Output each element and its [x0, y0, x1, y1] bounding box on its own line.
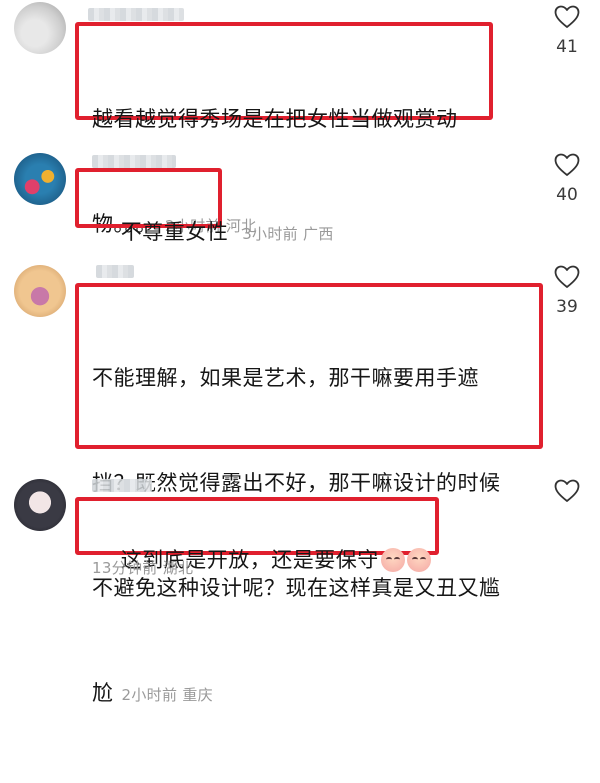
comment-line: 不能理解，如果是艺术，那干嘛要用手遮 — [92, 366, 479, 390]
username-blurred[interactable] — [92, 479, 152, 492]
like-count: 41 — [556, 37, 578, 57]
avatar[interactable] — [14, 153, 66, 205]
avatar[interactable] — [14, 265, 66, 317]
comment-location: 湖北 — [162, 559, 194, 577]
heart-outline-icon[interactable] — [554, 479, 580, 503]
comment-line: 尬 — [92, 681, 114, 705]
comment-item: 不能理解，如果是艺术，那干嘛要用手遮 挡？既然觉得露出不好，那干嘛设计的时候 不… — [0, 255, 600, 705]
comment-item: 这到底是开放，还是要保守 13分钟前 湖北 — [0, 465, 600, 580]
like-button[interactable]: 40 — [546, 153, 588, 205]
comment-time: 3小时前 — [242, 225, 298, 243]
heart-outline-icon[interactable] — [554, 153, 580, 177]
avatar[interactable] — [14, 479, 66, 531]
like-button[interactable]: 41 — [546, 5, 588, 57]
comment-time: 13分钟前 — [92, 559, 158, 577]
like-button[interactable] — [546, 479, 588, 503]
username-blurred[interactable] — [88, 8, 184, 21]
comment-line: 不尊重女性 — [120, 220, 229, 244]
crying-emoji — [406, 548, 431, 572]
comment-location: 重庆 — [182, 686, 213, 704]
comment-item: 越看越觉得秀场是在把女性当做观赏动 物。。。 2小时前 河北 41 — [0, 0, 600, 236]
crying-emoji — [380, 548, 405, 572]
comment-time: 2小时前 — [121, 686, 178, 704]
comment-item: 不尊重女性 3小时前 广西 40 — [0, 145, 600, 255]
username-blurred[interactable] — [92, 155, 176, 168]
avatar[interactable] — [14, 2, 66, 54]
comment-location: 广西 — [303, 225, 334, 243]
heart-outline-icon[interactable] — [554, 265, 580, 289]
heart-outline-icon[interactable] — [554, 5, 580, 29]
comment-meta: 13分钟前 湖北 — [92, 557, 193, 578]
like-count: 40 — [556, 185, 578, 205]
username-blurred[interactable] — [96, 265, 134, 278]
like-button[interactable]: 39 — [546, 265, 588, 317]
like-count: 39 — [556, 297, 578, 317]
comment-line: 越看越觉得秀场是在把女性当做观赏动 — [92, 107, 458, 131]
